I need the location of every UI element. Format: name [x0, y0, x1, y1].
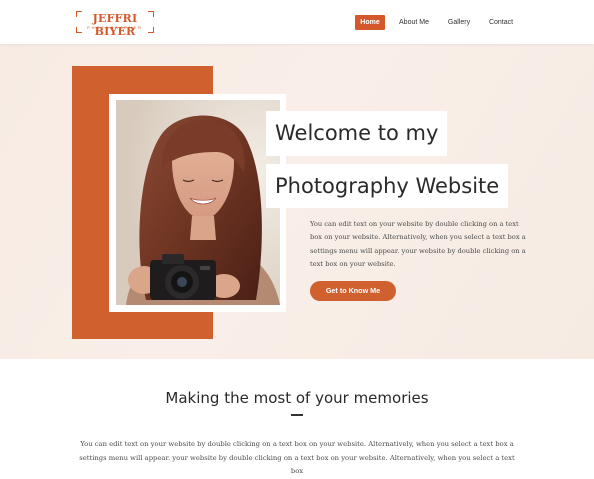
get-to-know-me-button[interactable]: Get to Know Me — [310, 281, 396, 301]
section-body-text: You can edit text on your website by dou… — [79, 440, 515, 475]
main-nav: Home About Me Gallery Contact — [0, 15, 594, 30]
woman-with-camera-photo — [116, 100, 280, 305]
site-header: JEFFRI BIYER PHOTOGRAPHER Home About Me … — [0, 0, 594, 44]
hero-title-line-1: Welcome to my — [266, 111, 448, 156]
nav-item-contact[interactable]: Contact — [486, 15, 516, 30]
memories-section: Making the most of your memories You can… — [0, 359, 594, 475]
hero-photo-frame — [109, 94, 286, 312]
section-title: Making the most of your memories — [165, 389, 429, 407]
nav-item-about-me[interactable]: About Me — [396, 15, 432, 30]
hero-body-text: You can edit text on your website by dou… — [310, 220, 526, 268]
hero-section: Welcome to my Photography Website You ca… — [0, 44, 594, 359]
section-divider — [291, 414, 303, 416]
nav-item-gallery[interactable]: Gallery — [444, 15, 474, 30]
hero-title-line-2: Photography Website — [266, 164, 509, 208]
nav-item-home[interactable]: Home — [355, 15, 385, 30]
